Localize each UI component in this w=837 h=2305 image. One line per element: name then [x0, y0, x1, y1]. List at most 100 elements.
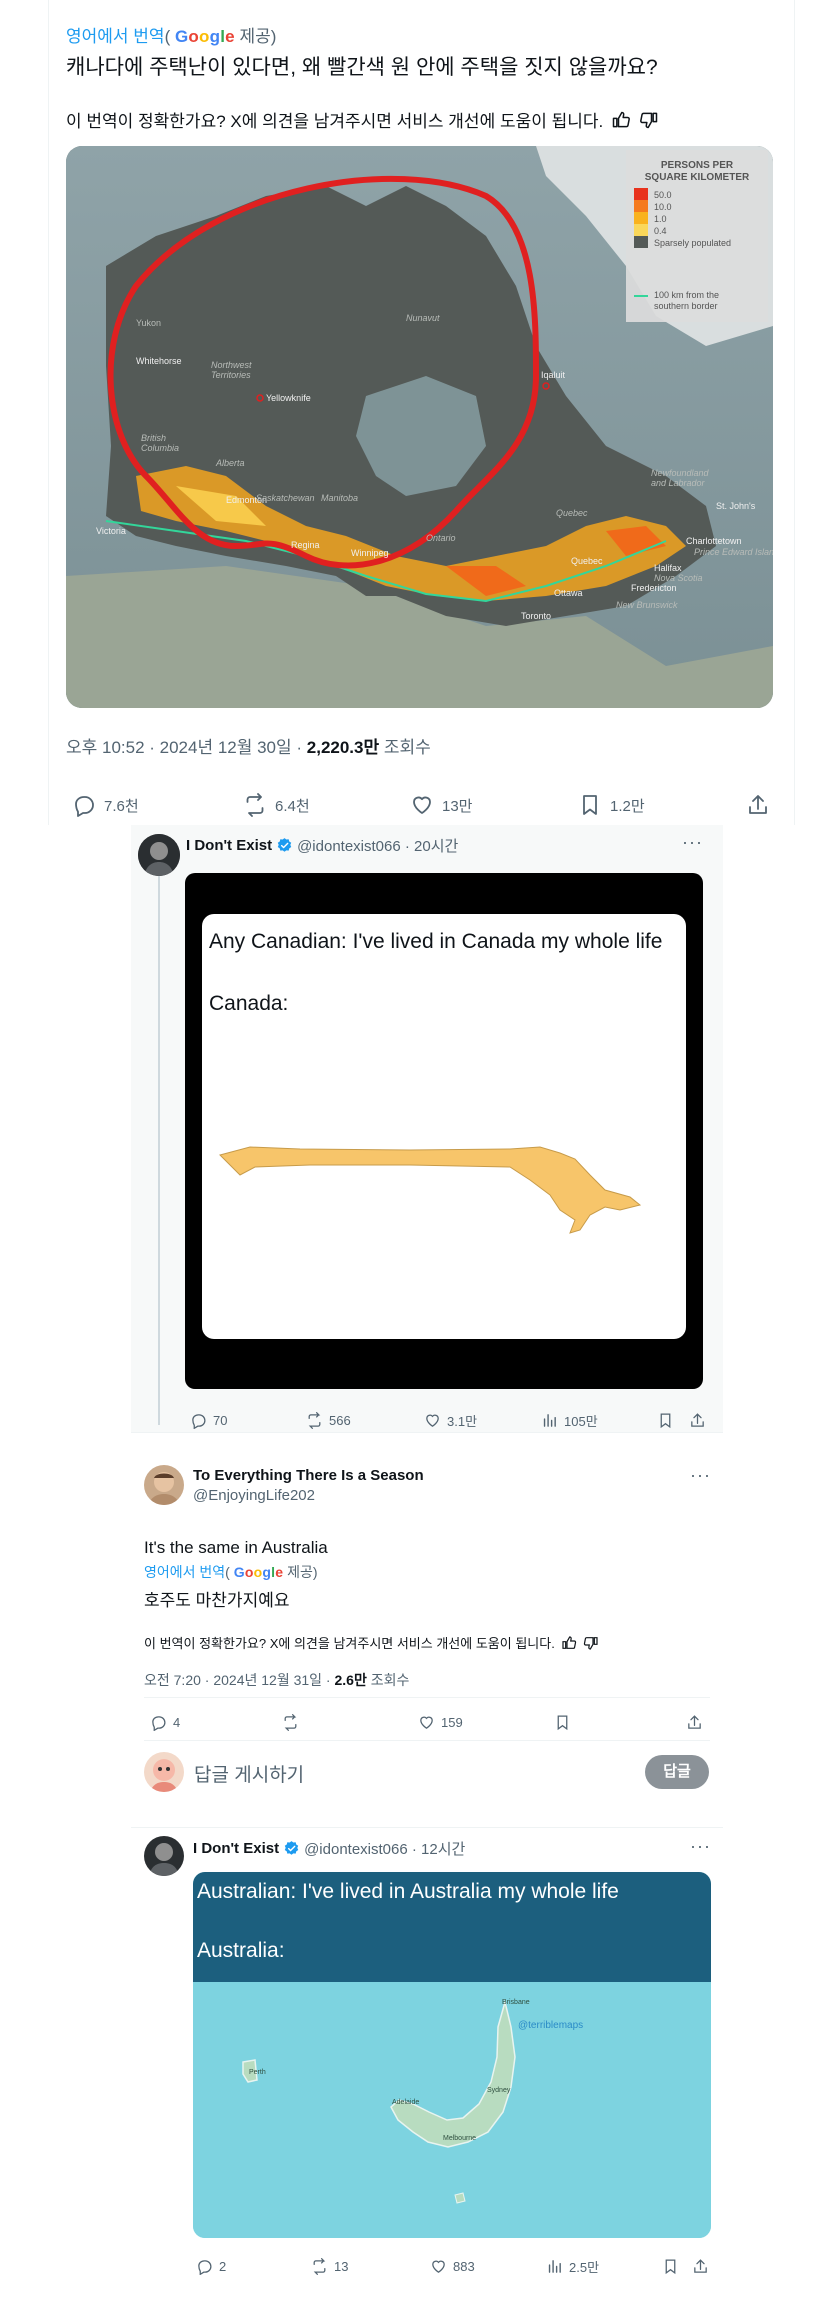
bookmark-icon — [583, 795, 597, 815]
views-action[interactable]: 105만 — [541, 1410, 598, 1430]
author-name[interactable]: I Don't Exist — [193, 1840, 279, 1857]
translation-attribution: 영어에서 번역( Google 제공) — [144, 1564, 318, 1580]
author-handle[interactable]: @EnjoyingLife202 — [193, 1487, 315, 1504]
map-label: Winnipeg — [351, 548, 389, 558]
views-action[interactable]: 2.5만 — [546, 2256, 599, 2276]
translation-feedback: 이 번역이 정확한가요? X에 의견을 남겨주시면 서비스 개선에 도움이 됩니… — [66, 107, 659, 132]
share-icon — [749, 795, 767, 814]
meme-watermark: @terriblemaps — [518, 2020, 584, 2031]
thumbs-down-icon[interactable] — [583, 1635, 599, 1651]
reply-action[interactable]: 70 — [190, 1410, 227, 1430]
repost-action[interactable]: 13 — [311, 2256, 348, 2276]
divider — [144, 1740, 710, 1741]
reply-icon — [198, 2259, 212, 2275]
meme-caption: Australian: I've lived in Australia my w… — [197, 1880, 619, 1903]
author-name[interactable]: To Everything There Is a Season — [193, 1467, 424, 1484]
bookmark-action[interactable]: 1.2만 — [578, 792, 645, 818]
translation-feedback: 이 번역이 정확한가요? X에 의견을 남겨주시면 서비스 개선에 도움이 됩니… — [144, 1633, 599, 1652]
repost-action[interactable]: 6.4천 — [243, 792, 310, 818]
map-label: Ontario — [426, 533, 456, 543]
legend-line-2: southern border — [654, 301, 718, 311]
like-count: 13만 — [442, 797, 473, 815]
translation-attribution: 영어에서 번역( Google 제공) — [66, 27, 277, 46]
author-line: I Don't Exist @idontexist066 · 20시간 — [186, 835, 458, 856]
like-action[interactable]: 3.1만 — [424, 1410, 477, 1430]
avatar[interactable] — [144, 1836, 184, 1876]
feedback-text: 이 번역이 정확한가요? X에 의견을 남겨주시면 서비스 개선에 도움이 됩니… — [66, 112, 604, 131]
author-handle[interactable]: @idontexist066 · 20시간 — [297, 835, 458, 856]
analytics-icon — [543, 1413, 556, 1427]
author-name[interactable]: I Don't Exist — [186, 837, 272, 854]
repost-action[interactable] — [282, 1712, 305, 1732]
like-action[interactable]: 13만 — [410, 792, 473, 818]
map-label: Nova Scotia — [654, 573, 703, 583]
map-label: Yellowknife — [266, 393, 311, 403]
view-count: 2,220.3만 — [306, 738, 380, 757]
share-action[interactable] — [689, 1410, 706, 1430]
legend-item: 0.4 — [654, 226, 667, 236]
reply-icon — [192, 1413, 206, 1429]
bookmark-action[interactable] — [554, 1712, 571, 1732]
share-action[interactable] — [692, 2256, 709, 2276]
bookmark-action[interactable] — [657, 1410, 674, 1430]
map-label: Nunavut — [406, 313, 440, 323]
share-action[interactable] — [746, 792, 770, 818]
verified-badge-icon — [276, 837, 293, 854]
map-label: Brisbane — [502, 1999, 530, 2006]
bookmark-icon — [557, 1714, 568, 1730]
bookmark-action[interactable] — [662, 2256, 679, 2276]
reply-action[interactable]: 4 — [150, 1712, 180, 1732]
reply-icon — [152, 1715, 166, 1731]
avatar[interactable] — [144, 1465, 184, 1505]
map-label: Halifax — [654, 563, 682, 573]
legend-title-1: PERSONS PER — [661, 160, 734, 171]
map-label: Columbia — [141, 443, 179, 453]
heart-icon — [413, 796, 431, 814]
more-options-icon[interactable]: ··· — [682, 832, 703, 853]
repost-icon — [284, 1713, 297, 1731]
thumbs-up-icon[interactable] — [611, 110, 631, 130]
view-count: 2.6만 — [334, 1672, 367, 1688]
map-label: Quebec — [571, 556, 603, 566]
canada-population-map[interactable]: PERSONS PER SQUARE KILOMETER 50.0 10.0 1… — [66, 146, 773, 708]
thumbs-up-icon[interactable] — [561, 1635, 577, 1651]
reply-action[interactable]: 2 — [196, 2256, 226, 2276]
translate-link[interactable]: 영어에서 번역 — [66, 27, 165, 46]
bookmark-icon — [665, 2258, 676, 2274]
translate-link[interactable]: 영어에서 번역 — [144, 1564, 225, 1580]
repost-icon — [308, 1411, 321, 1429]
map-label: Victoria — [96, 526, 126, 536]
map-label: Saskatchewan — [256, 493, 315, 503]
author-handle[interactable]: @idontexist066 · 12시간 — [304, 1838, 465, 1859]
reply-composer-input[interactable]: 답글 게시하기 — [194, 1760, 304, 1787]
map-label: Regina — [291, 540, 320, 550]
map-label: Northwest — [211, 360, 252, 370]
legend-title-2: SQUARE KILOMETER — [645, 172, 750, 183]
map-label: Perth — [249, 2069, 266, 2076]
map-label: New Brunswick — [616, 600, 678, 610]
share-action[interactable] — [686, 1712, 703, 1732]
google-logo: Google — [233, 1564, 284, 1580]
map-label: Adelaide — [392, 2099, 419, 2106]
more-options-icon[interactable]: ··· — [690, 1836, 711, 1857]
map-label: Quebec — [556, 508, 588, 518]
like-action[interactable]: 159 — [418, 1712, 463, 1732]
avatar[interactable] — [138, 834, 180, 876]
verified-badge-icon — [283, 1840, 300, 1857]
repost-action[interactable]: 566 — [306, 1410, 351, 1430]
share-icon — [688, 1714, 701, 1729]
map-label: British — [141, 433, 166, 443]
reply-action[interactable]: 7.6천 — [72, 792, 139, 818]
map-label: Territories — [211, 370, 251, 380]
thumbs-down-icon[interactable] — [639, 110, 659, 130]
more-options-icon[interactable]: ··· — [690, 1465, 711, 1486]
current-user-avatar[interactable] — [144, 1752, 184, 1792]
bookmark-icon — [660, 1412, 671, 1428]
thread-connector — [158, 870, 160, 1425]
meme-image[interactable]: Australian: I've lived in Australia my w… — [193, 1872, 711, 2238]
like-action[interactable]: 883 — [430, 2256, 475, 2276]
map-label: Manitoba — [321, 493, 358, 503]
translated-text: 호주도 마찬가지예요 — [144, 1591, 290, 1610]
meme-panel — [202, 914, 686, 1339]
reply-submit-button[interactable]: 답글 — [645, 1755, 709, 1789]
